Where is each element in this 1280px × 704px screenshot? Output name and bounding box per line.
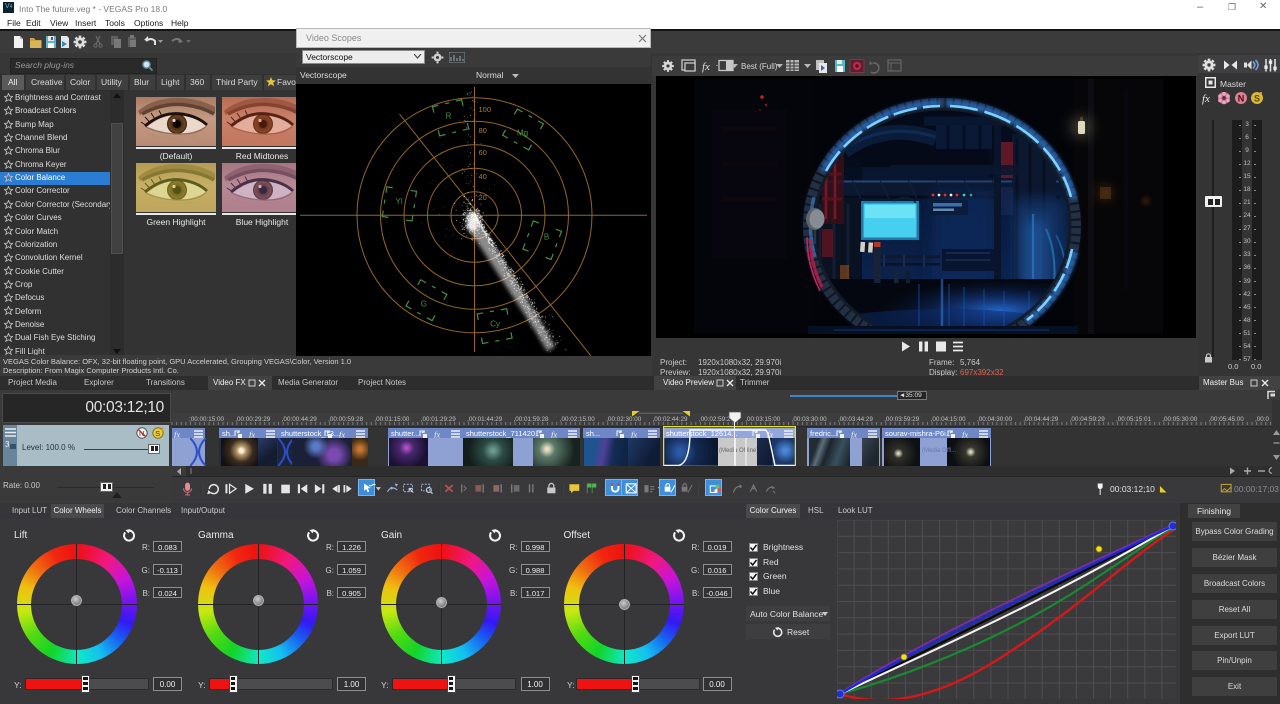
svg-text:Mg: Mg — [517, 129, 528, 138]
svg-text:Cy: Cy — [490, 319, 500, 328]
svg-text:S: S — [155, 429, 160, 438]
svg-text:B: B — [544, 233, 549, 242]
svg-text:R: R — [446, 112, 452, 121]
svg-text:N: N — [1238, 94, 1245, 104]
svg-text:40: 40 — [479, 172, 487, 181]
svg-text:20: 20 — [479, 193, 487, 202]
svg-text:S: S — [1254, 94, 1260, 104]
svg-text:Yl: Yl — [396, 197, 403, 206]
svg-text:80: 80 — [479, 126, 487, 135]
svg-text:Best (Full): Best (Full) — [741, 62, 778, 71]
svg-text:100: 100 — [479, 105, 492, 114]
svg-text:fx: fx — [1202, 93, 1210, 105]
svg-text:G: G — [421, 299, 427, 308]
svg-text:fx: fx — [702, 61, 710, 73]
svg-text:60: 60 — [479, 148, 487, 157]
